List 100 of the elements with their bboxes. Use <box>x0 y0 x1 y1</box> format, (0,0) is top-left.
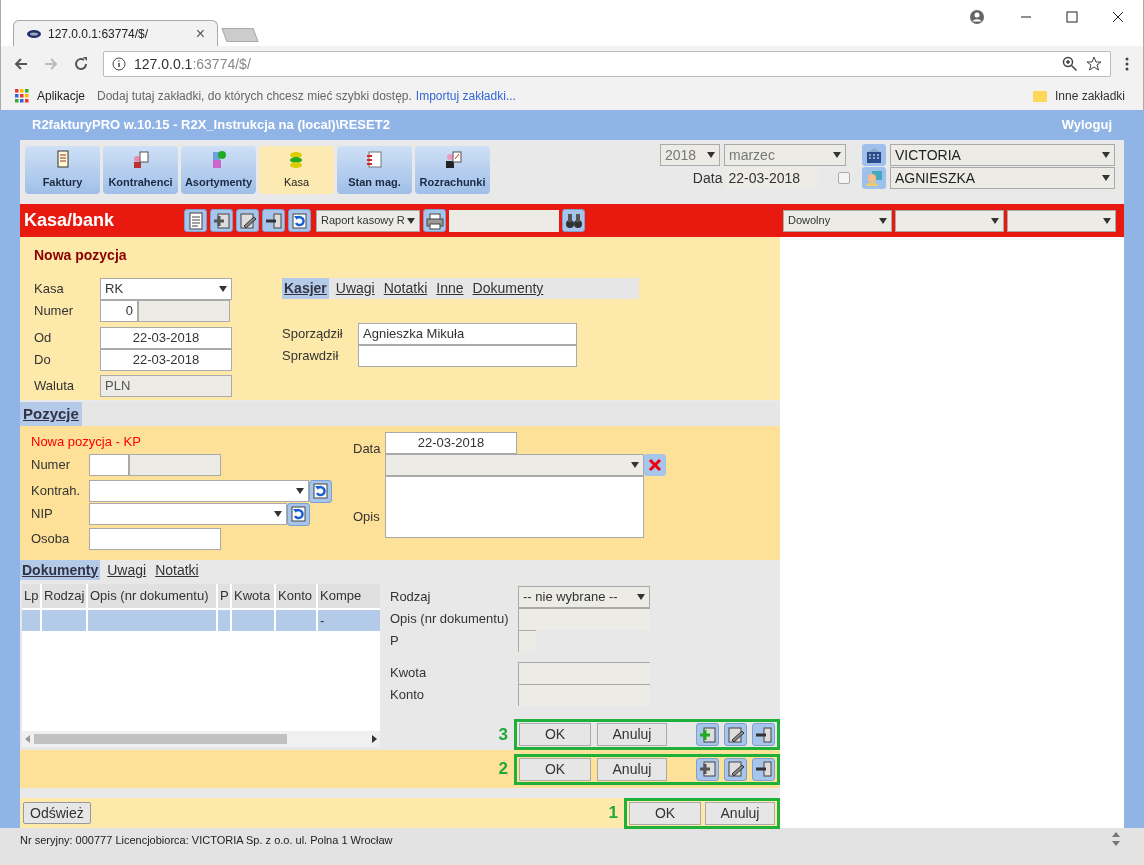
import-link[interactable]: Importuj zakładki... <box>415 86 516 105</box>
filter-select[interactable]: Dowolny <box>783 209 892 232</box>
company-select[interactable]: VICTORIA <box>890 144 1115 166</box>
person-field[interactable] <box>89 527 221 550</box>
column-header[interactable]: Kwota <box>232 584 274 608</box>
column-header[interactable]: Opis (nr dokumentu) <box>88 584 216 608</box>
select-value: marzec <box>729 145 775 165</box>
company-button[interactable] <box>862 144 886 166</box>
edit-button[interactable] <box>236 209 259 232</box>
filter-select[interactable] <box>895 209 1004 232</box>
description-field[interactable] <box>518 608 650 630</box>
date-to-field[interactable]: 22-03-2018 <box>100 349 232 371</box>
ok-button[interactable]: OK <box>629 801 701 825</box>
ok-button[interactable]: OK <box>519 723 591 746</box>
nav-tab[interactable]: Kontrahenci <box>103 146 178 194</box>
nav-tab[interactable]: Kasa <box>259 146 334 194</box>
column-header[interactable]: Kompe <box>318 584 380 608</box>
description-select[interactable] <box>385 454 644 476</box>
nav-tab[interactable]: Faktury <box>25 146 100 194</box>
nav-tab[interactable]: Asortymenty <box>181 146 256 194</box>
browser-tab[interactable]: 127.0.0.1:63774/$/ × <box>13 20 218 46</box>
month-select[interactable]: marzec <box>724 144 846 166</box>
forward-icon <box>43 56 59 72</box>
section-tab[interactable]: Pozycje <box>20 402 82 426</box>
horizontal-scrollbar[interactable] <box>22 731 380 747</box>
add-button[interactable] <box>210 209 233 232</box>
add-button[interactable] <box>696 757 719 781</box>
column-header[interactable]: Lp <box>22 584 40 608</box>
detail-tab[interactable]: Uwagi <box>333 278 377 299</box>
bookmark-link[interactable]: Aplikacje <box>37 86 86 105</box>
refresh-button[interactable]: Odśwież <box>23 802 91 824</box>
detail-tab[interactable]: Kasjer <box>282 278 329 299</box>
detail-tab[interactable]: Dokumenty <box>470 278 546 299</box>
document-tab[interactable]: Dokumenty <box>20 560 101 580</box>
refresh-button[interactable] <box>287 502 310 526</box>
cancel-button[interactable]: Anuluj <box>705 801 775 825</box>
field-label: Opis <box>353 507 381 526</box>
description-field[interactable] <box>385 476 644 538</box>
cancel-button[interactable]: Anuluj <box>597 723 667 746</box>
date-from-field[interactable]: 22-03-2018 <box>100 327 232 349</box>
select-value: 2018 <box>665 145 697 165</box>
number-suffix-field[interactable] <box>138 300 230 322</box>
menu-icon <box>1125 56 1129 72</box>
year-select[interactable]: 2018 <box>660 144 720 166</box>
number-field[interactable] <box>89 453 129 476</box>
clear-button[interactable] <box>644 454 666 476</box>
nav-tab[interactable]: Stan mag. <box>337 146 412 194</box>
address-bar[interactable]: 127.0.0.1:63774/$/ <box>103 51 1111 77</box>
cancel-button[interactable]: Anuluj <box>597 757 667 781</box>
exit-button[interactable] <box>752 723 775 746</box>
checked-by-field[interactable] <box>358 345 577 367</box>
field-label: Numer <box>31 455 71 474</box>
user-select[interactable]: AGNIESZKA <box>890 167 1115 189</box>
search-field[interactable] <box>449 209 559 232</box>
exit-button[interactable] <box>262 209 285 232</box>
account-field[interactable] <box>518 684 650 706</box>
close-icon <box>648 458 662 472</box>
ok-button[interactable]: OK <box>519 757 591 781</box>
p-field[interactable] <box>518 630 536 652</box>
new-tab-button[interactable] <box>221 28 259 42</box>
filter-select[interactable] <box>1007 209 1116 232</box>
exit-button[interactable] <box>752 757 775 781</box>
print-button[interactable] <box>423 209 446 232</box>
number-suffix-field[interactable] <box>129 453 221 476</box>
nav-tab[interactable]: Rozrachunki <box>415 146 490 194</box>
refresh-icon <box>310 481 331 501</box>
edit-button[interactable] <box>724 723 747 746</box>
date-field[interactable]: 22-03-2018 <box>724 167 819 189</box>
close-tab-button[interactable]: × <box>195 21 205 46</box>
refresh-button[interactable] <box>288 209 311 232</box>
table-cell: - <box>318 610 380 631</box>
search-button[interactable] <box>562 209 585 232</box>
cash-select[interactable]: RK <box>100 278 232 300</box>
select-value: Raport kasowy R <box>321 213 405 229</box>
checkbox[interactable] <box>838 172 850 184</box>
column-header[interactable]: P <box>218 584 230 608</box>
scrollbar-thumb[interactable] <box>34 734 287 744</box>
refresh-button[interactable] <box>309 479 332 503</box>
site-icon <box>26 28 42 39</box>
add-button[interactable] <box>696 723 719 746</box>
profile-icon <box>969 9 985 25</box>
bookmark-folder[interactable]: Inne zakładki <box>1054 86 1125 105</box>
prepared-by-field[interactable]: Agnieszka Mikuła <box>358 323 577 345</box>
column-header[interactable]: Konto <box>276 584 316 608</box>
column-header[interactable]: Rodzaj <box>42 584 86 608</box>
position-subtitle: Nowa pozycja - KP <box>31 433 142 451</box>
edit-button[interactable] <box>724 757 747 781</box>
close-icon <box>1111 10 1125 24</box>
amount-field[interactable] <box>518 662 650 684</box>
date-field[interactable]: 22-03-2018 <box>385 432 517 454</box>
new-document-button[interactable] <box>184 209 207 232</box>
detail-tab[interactable]: Inne <box>434 278 466 299</box>
document-tab[interactable]: Uwagi <box>105 560 149 580</box>
field-label: Osoba <box>31 529 71 548</box>
detail-tab[interactable]: Notatki <box>381 278 430 299</box>
document-tab[interactable]: Notatki <box>153 560 201 580</box>
currency-field[interactable]: PLN <box>100 375 232 397</box>
number-field[interactable]: 0 <box>100 300 138 322</box>
type-select[interactable]: -- nie wybrane -- <box>518 586 650 608</box>
report-select[interactable]: Raport kasowy R <box>316 209 420 232</box>
